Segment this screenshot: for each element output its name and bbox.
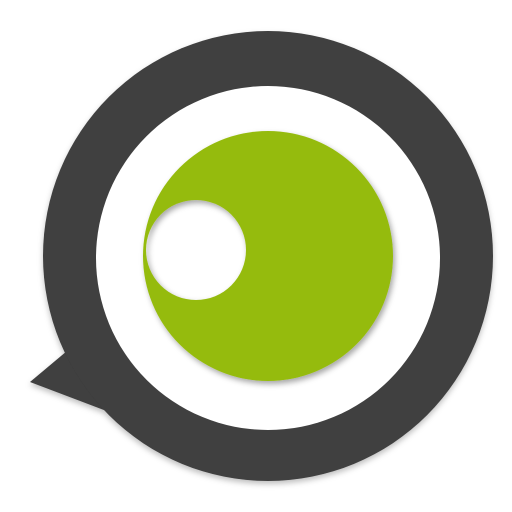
speech-bubble-eye-logo (30, 31, 493, 481)
eye-iris (143, 131, 393, 381)
logo-canvas (0, 0, 512, 512)
eye-iris-group (143, 131, 393, 381)
